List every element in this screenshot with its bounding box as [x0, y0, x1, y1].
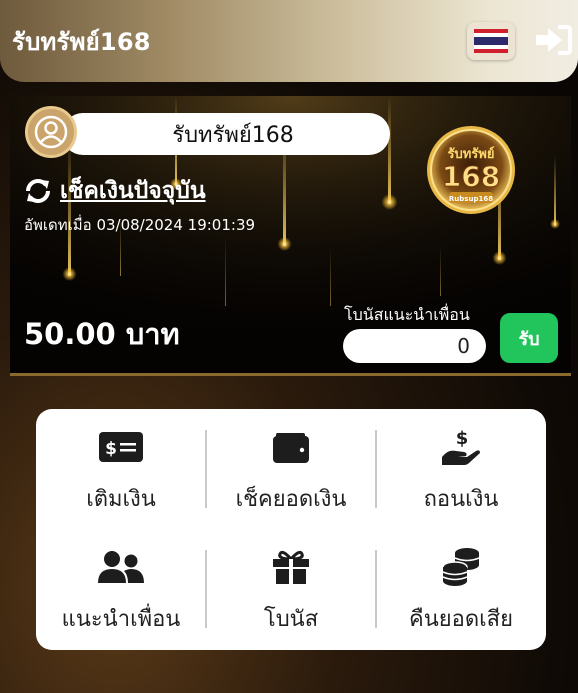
thailand-flag-icon [474, 29, 508, 53]
brand-logo-line2: 168 [442, 160, 500, 193]
app-title: รับทรัพย์168 [12, 28, 151, 56]
users-icon [98, 551, 144, 583]
balance-amount: 50.00 บาท [24, 317, 180, 351]
user-circle-icon [25, 106, 77, 158]
menu-label: เติมเงิน [86, 487, 156, 512]
svg-text:$: $ [105, 439, 117, 459]
check-balance-link[interactable]: เช็คเงินปัจจุบัน [24, 173, 206, 209]
gift-icon [273, 550, 309, 584]
menu-deposit[interactable]: $ เติมเงิน [36, 409, 206, 529]
menu-withdraw[interactable]: $ ถอนเงิน [376, 409, 546, 529]
referral-bonus-field: 0 [343, 329, 486, 363]
menu-check-balance[interactable]: เช็คยอดเงิน [206, 409, 376, 529]
menu-label: ถอนเงิน [423, 487, 499, 512]
coins-icon [442, 548, 480, 586]
username-field: รับทรัพย์168 [62, 113, 390, 155]
refresh-icon [26, 179, 50, 203]
hand-holding-dollar-icon: $ [442, 428, 480, 465]
brand-logo: รับทรัพย์ 168 Rubsup168 [427, 126, 515, 214]
brand-logo-line3: Rubsup168 [449, 195, 493, 203]
check-balance-label: เช็คเงินปัจจุบัน [60, 178, 206, 204]
menu-cashback[interactable]: คืนยอดเสีย [376, 529, 546, 649]
menu-label: แนะนำเพื่อน [61, 607, 181, 632]
referral-bonus-label: โบนัสแนะนำเพื่อน [344, 305, 470, 324]
wallet-icon [273, 433, 309, 463]
menu-bonus[interactable]: โบนัส [206, 529, 376, 649]
menu-label: เช็คยอดเงิน [235, 487, 347, 512]
action-menu: $ เติมเงิน เช็คยอดเงิน $ ถอนเงิน แนะนำเพ… [36, 409, 546, 650]
language-button[interactable] [467, 22, 515, 60]
last-updated-text: อัพเดทเมื่อ 03/08/2024 19:01:39 [24, 216, 256, 234]
menu-label: คืนยอดเสีย [409, 607, 513, 632]
sign-out-icon[interactable] [534, 24, 572, 56]
top-header: รับทรัพย์168 [0, 0, 578, 82]
menu-refer-friend[interactable]: แนะนำเพื่อน [36, 529, 206, 649]
balance-card: รับทรัพย์168 เช็คเงินปัจจุบัน อัพเดทเมื่… [10, 96, 571, 376]
receive-bonus-button[interactable]: รับ [500, 313, 558, 363]
svg-text:$: $ [456, 428, 469, 449]
money-bill-icon: $ [99, 432, 143, 462]
menu-label: โบนัส [263, 607, 319, 632]
